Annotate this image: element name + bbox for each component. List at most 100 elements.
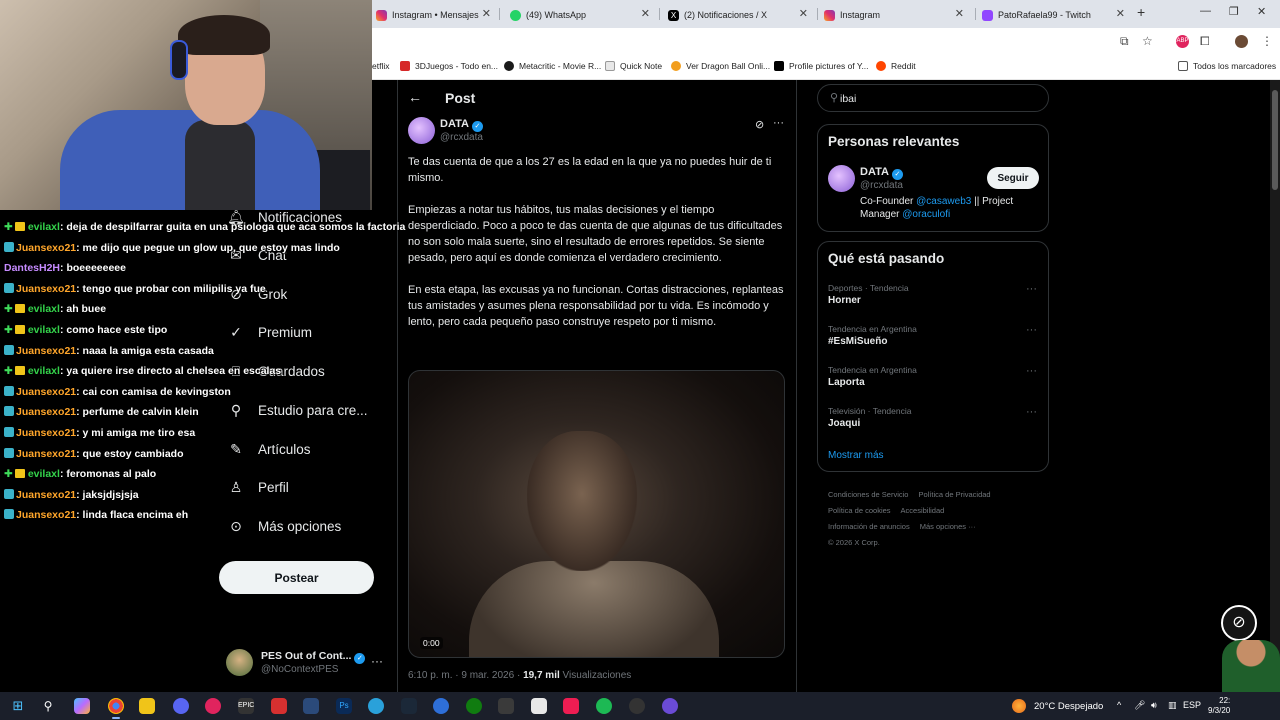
all-bookmarks[interactable]: Todos los marcadores xyxy=(1178,61,1276,71)
more-icon[interactable]: ··· xyxy=(1026,365,1037,377)
bookmark-profile-pictures[interactable]: Profile pictures of Y... xyxy=(774,61,869,71)
tab-instagram[interactable]: Instagram ✕ xyxy=(820,4,970,26)
tray-chevron-icon[interactable]: ^ xyxy=(1117,700,1121,710)
extension-icon[interactable]: ABP xyxy=(1176,35,1189,48)
close-tab-icon[interactable]: ✕ xyxy=(641,7,650,20)
windows-start-icon[interactable]: ⊞ xyxy=(10,698,26,714)
footer-link[interactable]: Información de anuncios xyxy=(828,522,910,531)
more-icon[interactable]: ··· xyxy=(1026,406,1037,418)
app-icon[interactable] xyxy=(531,698,547,714)
bookmark-dragon-ball[interactable]: Ver Dragon Ball Onli... xyxy=(671,61,770,71)
minimize-icon[interactable]: — xyxy=(1200,5,1211,17)
chat-username[interactable]: evilaxl xyxy=(28,303,60,315)
close-tab-icon[interactable]: ✕ xyxy=(1116,7,1125,20)
tab-x-notificaciones[interactable]: X (2) Notificaciones / X ✕ xyxy=(664,4,814,26)
copilot-icon[interactable] xyxy=(74,698,90,714)
chat-username[interactable]: evilaxl xyxy=(28,468,60,480)
tab-twitch[interactable]: PatoRafaela99 - Twitch ✕ xyxy=(978,4,1131,26)
volume-icon[interactable]: 🔊︎ xyxy=(1151,700,1157,711)
tiktok-icon[interactable] xyxy=(563,698,579,714)
back-arrow-icon[interactable]: ← xyxy=(408,89,422,105)
steam-icon[interactable] xyxy=(401,698,417,714)
more-icon[interactable]: ··· xyxy=(1026,324,1037,336)
footer-link[interactable]: Política de cookies xyxy=(828,506,891,515)
epic-games-icon[interactable]: EPIC xyxy=(238,698,254,714)
photoshop-icon[interactable]: Ps xyxy=(336,698,352,714)
chat-username[interactable]: Juansexo21 xyxy=(16,242,76,254)
spotify-icon[interactable] xyxy=(596,698,612,714)
xbox-icon[interactable] xyxy=(466,698,482,714)
file-explorer-icon[interactable] xyxy=(139,698,155,714)
show-more-link[interactable]: Mostrar más xyxy=(828,450,884,461)
network-icon[interactable]: ▥ xyxy=(1168,700,1177,711)
tab-instagram-mensajes[interactable]: Instagram • Mensajes ✕ xyxy=(372,4,497,26)
chat-username[interactable]: evilaxl xyxy=(28,365,60,377)
battlenet-icon[interactable] xyxy=(433,698,449,714)
footer-link[interactable]: Política de Privacidad xyxy=(918,490,990,499)
discord-icon[interactable] xyxy=(173,698,189,714)
post-video[interactable] xyxy=(408,370,785,658)
obs-icon[interactable] xyxy=(629,698,645,714)
telegram-icon[interactable] xyxy=(368,698,384,714)
page-scrollbar[interactable] xyxy=(1270,80,1280,692)
close-tab-icon[interactable]: ✕ xyxy=(955,7,964,20)
bio-link[interactable]: @oraculofi xyxy=(902,209,950,220)
more-icon[interactable]: ··· xyxy=(773,117,784,129)
footer-link[interactable]: Accesibilidad xyxy=(901,506,945,515)
bookmark-metacritic[interactable]: Metacritic - Movie R... xyxy=(504,61,601,71)
more-icon[interactable]: ··· xyxy=(371,654,383,668)
relevant-name[interactable]: DATA ✓ xyxy=(860,166,903,180)
chat-username[interactable]: DantesH2H xyxy=(4,262,60,274)
bio-link[interactable]: @casaweb3 xyxy=(916,196,971,207)
footer-link[interactable]: Condiciones de Servicio xyxy=(828,490,908,499)
scroll-thumb[interactable] xyxy=(1272,90,1278,190)
app-icon[interactable] xyxy=(662,698,678,714)
language-indicator[interactable]: ESP xyxy=(1183,700,1201,710)
chrome-icon[interactable] xyxy=(108,698,124,714)
url-field[interactable] xyxy=(372,31,1112,53)
app-icon[interactable] xyxy=(303,698,319,714)
search-icon[interactable]: ⚲ xyxy=(40,698,56,714)
chat-username[interactable]: evilaxl xyxy=(28,221,60,233)
restore-icon[interactable]: ❐ xyxy=(1229,5,1239,18)
chat-username[interactable]: Juansexo21 xyxy=(16,283,76,295)
avatar[interactable] xyxy=(828,165,855,192)
author-avatar[interactable] xyxy=(408,117,435,144)
extensions-puzzle-icon[interactable]: ⧠ xyxy=(1200,34,1210,49)
bookmark-netflix[interactable]: etflix xyxy=(372,61,389,71)
mic-icon[interactable]: 🎤︎ xyxy=(1134,700,1145,711)
footer-link[interactable]: Más opciones ··· xyxy=(920,522,976,531)
browser-profile-avatar[interactable] xyxy=(1235,35,1248,48)
chat-username[interactable]: Juansexo21 xyxy=(16,448,76,460)
chat-username[interactable]: evilaxl xyxy=(28,324,60,336)
chat-username[interactable]: Juansexo21 xyxy=(16,489,76,501)
tab-whatsapp[interactable]: (49) WhatsApp ✕ xyxy=(506,4,656,26)
close-tab-icon[interactable]: ✕ xyxy=(482,7,491,20)
new-tab-button[interactable]: + xyxy=(1137,4,1145,20)
chat-username[interactable]: Juansexo21 xyxy=(16,386,76,398)
chat-username[interactable]: Juansexo21 xyxy=(16,427,76,439)
system-clock[interactable]: 22: 9/3/20 xyxy=(1208,696,1230,716)
author-handle[interactable]: @rcxdata xyxy=(440,132,483,143)
bookmark-3djuegos[interactable]: 3DJuegos - Todo en... xyxy=(400,61,498,71)
chat-username[interactable]: Juansexo21 xyxy=(16,406,76,418)
chat-username[interactable]: Juansexo21 xyxy=(16,509,76,521)
app-icon[interactable] xyxy=(271,698,287,714)
app-icon[interactable] xyxy=(205,698,221,714)
bookmark-star-icon[interactable]: ☆ xyxy=(1142,34,1153,48)
chat-username[interactable]: Juansexo21 xyxy=(16,345,76,357)
search-input[interactable]: ⚲ ibai xyxy=(817,84,1049,112)
more-icon[interactable]: ··· xyxy=(1026,283,1037,295)
grok-icon[interactable]: ⊘ xyxy=(755,118,764,131)
close-tab-icon[interactable]: ✕ xyxy=(799,7,808,20)
cast-icon[interactable]: ⧉ xyxy=(1120,34,1129,49)
follow-button[interactable]: Seguir xyxy=(987,167,1039,189)
weather-widget[interactable]: 20°C Despejado xyxy=(1012,699,1103,713)
bookmark-reddit[interactable]: Reddit xyxy=(876,61,916,71)
post-button[interactable]: Postear xyxy=(219,561,374,594)
author-name[interactable]: DATA ✓ xyxy=(440,118,483,132)
close-window-icon[interactable]: ✕ xyxy=(1257,5,1266,18)
relevant-handle[interactable]: @rcxdata xyxy=(860,180,903,191)
browser-menu-icon[interactable]: ⋮ xyxy=(1261,34,1273,48)
account-switcher[interactable]: PES Out of Cont... ✓ @NoContextPES ··· xyxy=(226,649,396,681)
